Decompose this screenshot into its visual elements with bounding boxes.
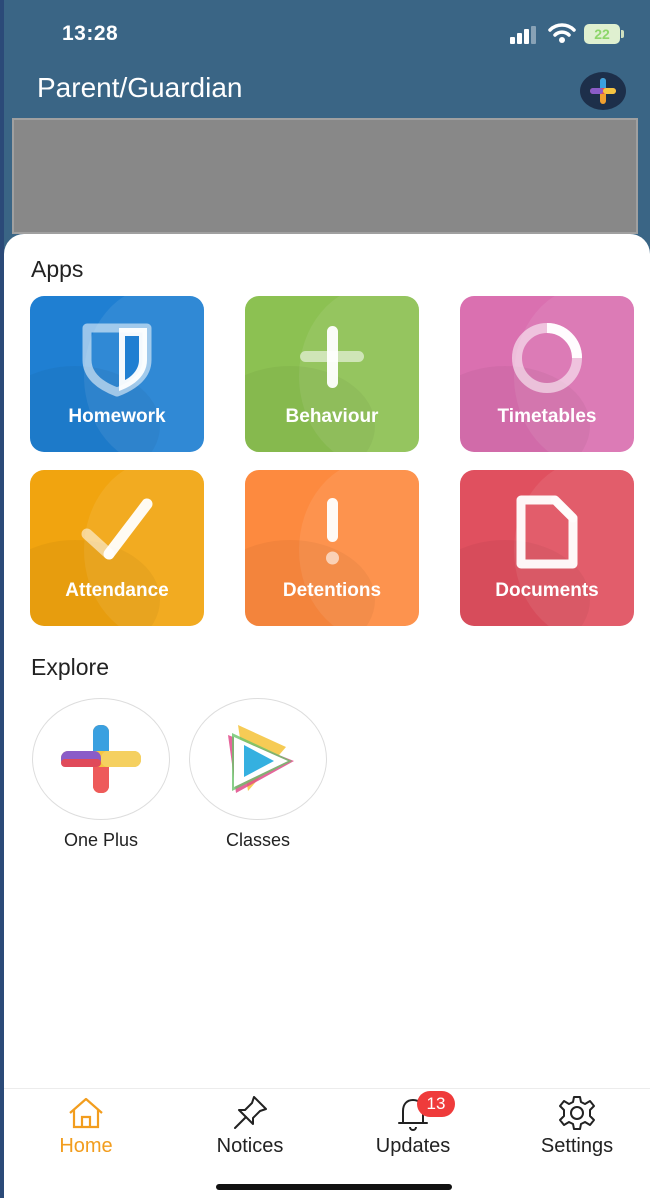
attendance-tile-label: Attendance (65, 580, 169, 601)
homework-tile[interactable]: Homework (30, 296, 204, 452)
explore-item-classes[interactable]: Classes (188, 698, 328, 851)
tab-label: Notices (216, 1135, 284, 1157)
tab-updates[interactable]: 13 Updates (348, 1091, 478, 1163)
tab-label: Settings (540, 1135, 614, 1157)
battery-level: 22 (594, 26, 610, 42)
behaviour-tile[interactable]: Behaviour (245, 296, 419, 452)
shield-icon (82, 323, 152, 397)
updates-badge: 13 (417, 1091, 455, 1117)
document-icon (516, 495, 578, 569)
classes-circle[interactable] (189, 698, 327, 820)
documents-tile-label: Documents (495, 580, 599, 601)
tab-settings[interactable]: Settings (512, 1093, 642, 1163)
home-indicator (216, 1184, 452, 1190)
page-title: Parent/Guardian (37, 72, 243, 103)
bell-icon: 13 (393, 1091, 455, 1133)
exclamation-icon (326, 498, 339, 565)
behaviour-tile-label: Behaviour (285, 406, 379, 427)
main-sheet: Apps Homework Behaviour Timetables Atten… (4, 234, 650, 1198)
homework-tile-label: Homework (68, 406, 166, 427)
tab-label: Home (59, 1135, 113, 1157)
banner-placeholder (12, 118, 638, 234)
explore-item-label: Classes (225, 830, 291, 850)
apps-section-title: Apps (31, 256, 84, 282)
one-plus-logo-icon (590, 78, 616, 104)
timetables-tile-label: Timetables (497, 406, 597, 427)
detentions-tile-label: Detentions (282, 580, 382, 601)
play-icon (228, 725, 294, 793)
wifi-icon (548, 22, 576, 44)
ring-icon (512, 323, 582, 393)
tab-notices[interactable]: Notices (185, 1093, 315, 1163)
explore-item-one-plus[interactable]: One Plus (31, 698, 171, 851)
app-screen: 13:28 22 Parent/Guardian Apps Homework B… (4, 0, 650, 1198)
tab-home[interactable]: Home (21, 1093, 151, 1163)
explore-item-label: One Plus (63, 830, 139, 850)
one-plus-icon (61, 725, 141, 793)
checkmark-icon (81, 498, 153, 560)
one-plus-logo-button[interactable] (580, 72, 626, 110)
attendance-tile[interactable]: Attendance (30, 470, 204, 626)
timetables-tile[interactable]: Timetables (460, 296, 634, 452)
pin-icon (230, 1093, 270, 1133)
signal-strength-icon (510, 26, 538, 44)
plus-icon (300, 326, 364, 388)
tab-label: Updates (375, 1135, 451, 1157)
documents-tile[interactable]: Documents (460, 470, 634, 626)
status-bar: 13:28 22 (4, 0, 650, 70)
gear-icon (557, 1093, 597, 1133)
one-plus-circle[interactable] (32, 698, 170, 820)
bottom-tab-bar: Home Notices 13 Updates Settings (4, 1088, 650, 1198)
battery-icon: 22 (584, 24, 624, 44)
status-time: 13:28 (62, 22, 119, 45)
detentions-tile[interactable]: Detentions (245, 470, 419, 626)
home-icon (66, 1093, 106, 1133)
explore-section-title: Explore (31, 654, 109, 680)
